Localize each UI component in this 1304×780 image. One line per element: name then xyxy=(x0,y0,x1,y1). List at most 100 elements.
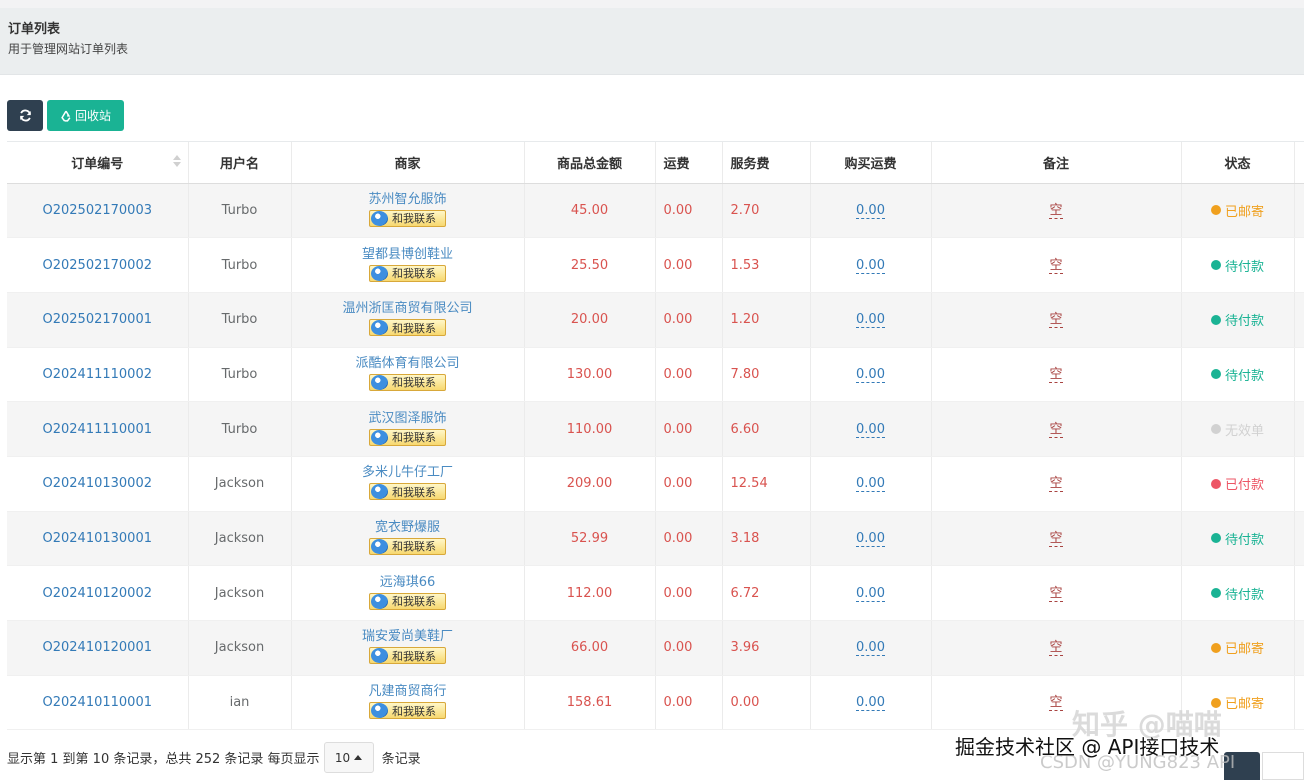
contact-merchant-button[interactable]: 和我联系 xyxy=(369,264,446,282)
refresh-button[interactable] xyxy=(7,100,43,131)
buy-shipping-editable[interactable]: 0.00 xyxy=(856,421,885,438)
buy-shipping-cell: 0.00 xyxy=(810,456,932,512)
merchant-link[interactable]: 温州浙匡商贸有限公司 xyxy=(292,300,524,317)
remark-editable[interactable]: 空 xyxy=(1049,202,1063,219)
remark-editable[interactable]: 空 xyxy=(1049,530,1063,547)
caret-up-icon xyxy=(354,755,363,760)
records-suffix: 条记录 xyxy=(381,752,421,767)
order-no-link[interactable]: O202410120001 xyxy=(43,640,152,655)
buy-shipping-editable[interactable]: 0.00 xyxy=(856,640,885,657)
contact-label: 和我联系 xyxy=(392,267,436,281)
service-fee-cell: 1.20 xyxy=(722,292,811,348)
order-no-link[interactable]: O202411110002 xyxy=(43,367,152,382)
order-no-link[interactable]: O202410130001 xyxy=(43,531,152,546)
page-subtitle: 用于管理网站订单列表 xyxy=(8,42,129,56)
pagination-next[interactable] xyxy=(1262,752,1304,780)
buy-shipping-editable[interactable]: 0.00 xyxy=(856,585,885,602)
total-cell: 158.61 xyxy=(524,675,656,731)
shipping-fee: 0.00 xyxy=(663,366,693,382)
contact-merchant-button[interactable]: 和我联系 xyxy=(369,483,446,501)
juejin-watermark: 掘金技术社区 @ API接口技术 xyxy=(955,735,1220,759)
service-fee-cell: 12.54 xyxy=(722,456,811,512)
status-dot-icon xyxy=(1210,369,1221,380)
buy-shipping-editable[interactable]: 0.00 xyxy=(856,257,885,274)
buy-shipping-editable[interactable]: 0.00 xyxy=(856,366,885,383)
remark-editable[interactable]: 空 xyxy=(1049,640,1063,657)
service-fee: 6.72 xyxy=(730,585,760,601)
contact-merchant-button[interactable]: 和我联系 xyxy=(369,537,446,555)
total-amount: 112.00 xyxy=(566,585,613,601)
recycle-bin-button[interactable]: 回收站 xyxy=(47,100,124,131)
username-cell: ian xyxy=(188,675,292,731)
username-cell: Jackson xyxy=(188,456,292,512)
username-cell: Turbo xyxy=(188,401,292,457)
remark-editable[interactable]: 空 xyxy=(1049,366,1063,383)
status-cell: 待付款 xyxy=(1181,511,1295,567)
buy-shipping-editable[interactable]: 0.00 xyxy=(856,530,885,547)
order-no-link[interactable]: O202502170001 xyxy=(43,312,152,327)
order-no-link[interactable]: O202410130002 xyxy=(43,476,152,491)
merchant-cell: 苏州智允服饰 和我联系 xyxy=(291,183,525,239)
merchant-link[interactable]: 远海琪66 xyxy=(292,574,524,591)
order-no-link[interactable]: O202502170003 xyxy=(43,203,152,218)
contact-merchant-button[interactable]: 和我联系 xyxy=(369,209,446,227)
column-header-service-fee: 服务费 xyxy=(722,142,811,184)
order-no-link[interactable]: O202410110001 xyxy=(43,695,152,710)
page-size-dropdown[interactable]: 10 xyxy=(323,742,374,773)
remark-editable[interactable]: 空 xyxy=(1049,421,1063,438)
remark-editable[interactable]: 空 xyxy=(1049,476,1063,493)
order-no-link[interactable]: O202410120002 xyxy=(43,586,152,601)
buy-shipping-editable[interactable]: 0.00 xyxy=(856,695,885,712)
shipping-cell: 0.00 xyxy=(655,565,723,621)
contact-merchant-button[interactable]: 和我联系 xyxy=(369,592,446,610)
merchant-link[interactable]: 望都县博创鞋业 xyxy=(292,246,524,263)
merchant-link[interactable]: 多米儿牛仔工厂 xyxy=(292,464,524,481)
buy-shipping-editable[interactable]: 0.00 xyxy=(856,202,885,219)
order-no-link[interactable]: O202411110001 xyxy=(43,422,152,437)
contact-merchant-button[interactable]: 和我联系 xyxy=(369,647,446,665)
contact-merchant-button[interactable]: 和我联系 xyxy=(369,702,446,720)
buy-shipping-editable[interactable]: 0.00 xyxy=(856,476,885,493)
username-cell: Turbo xyxy=(188,292,292,348)
merchant-link[interactable]: 武汉图泽服饰 xyxy=(292,410,524,427)
merchant-link[interactable]: 派酷体育有限公司 xyxy=(292,355,524,372)
page-title: 订单列表 xyxy=(8,22,61,37)
order-no-cell: O202410130002 xyxy=(7,456,189,512)
merchant-link[interactable]: 凡建商贸商行 xyxy=(292,683,524,700)
extra-cell xyxy=(1294,511,1304,567)
status-label: 无效单 xyxy=(1224,423,1264,439)
order-no-cell: O202502170003 xyxy=(7,183,189,239)
remark-editable[interactable]: 空 xyxy=(1049,257,1063,274)
pagination-info: 显示第 1 到第 10 条记录，总共 252 条记录 每页显示 10 条记录 xyxy=(7,742,421,773)
merchant-link[interactable]: 瑞安爱尚美鞋厂 xyxy=(292,628,524,645)
column-header-total: 商品总金额 xyxy=(524,142,656,184)
service-fee: 0.00 xyxy=(730,695,760,711)
contact-label: 和我联系 xyxy=(392,431,436,445)
orders-table-container: 订单编号 用户名 商家 商品总金额 运费 服务费 购买运费 备注 状态 O202… xyxy=(7,141,1304,731)
shipping-fee: 0.00 xyxy=(663,640,693,656)
total-cell: 112.00 xyxy=(524,565,656,621)
orders-table: 订单编号 用户名 商家 商品总金额 运费 服务费 购买运费 备注 状态 O202… xyxy=(7,142,1304,731)
remark-editable[interactable]: 空 xyxy=(1049,312,1063,329)
order-no-cell: O202502170002 xyxy=(7,237,189,293)
merchant-cell: 多米儿牛仔工厂 和我联系 xyxy=(291,456,525,512)
column-header-order-no[interactable]: 订单编号 xyxy=(7,142,189,184)
total-amount: 158.61 xyxy=(566,695,613,711)
total-cell: 20.00 xyxy=(524,292,656,348)
status-badge: 待付款 xyxy=(1210,256,1264,275)
order-no-link[interactable]: O202502170002 xyxy=(43,258,152,273)
merchant-link[interactable]: 苏州智允服饰 xyxy=(292,191,524,208)
sort-icon[interactable] xyxy=(172,155,181,169)
contact-merchant-button[interactable]: 和我联系 xyxy=(369,373,446,391)
status-label: 待付款 xyxy=(1224,259,1264,275)
contact-merchant-button[interactable]: 和我联系 xyxy=(369,428,446,446)
remark-editable[interactable]: 空 xyxy=(1049,585,1063,602)
status-cell: 待付款 xyxy=(1181,565,1295,621)
merchant-link[interactable]: 宽衣野爆服 xyxy=(292,519,524,536)
table-header-row: 订单编号 用户名 商家 商品总金额 运费 服务费 购买运费 备注 状态 xyxy=(7,142,1304,184)
remark-editable[interactable]: 空 xyxy=(1049,695,1063,712)
buy-shipping-editable[interactable]: 0.00 xyxy=(856,312,885,329)
order-no-cell: O202410130001 xyxy=(7,511,189,567)
contact-merchant-button[interactable]: 和我联系 xyxy=(369,319,446,337)
status-badge: 待付款 xyxy=(1210,310,1264,329)
